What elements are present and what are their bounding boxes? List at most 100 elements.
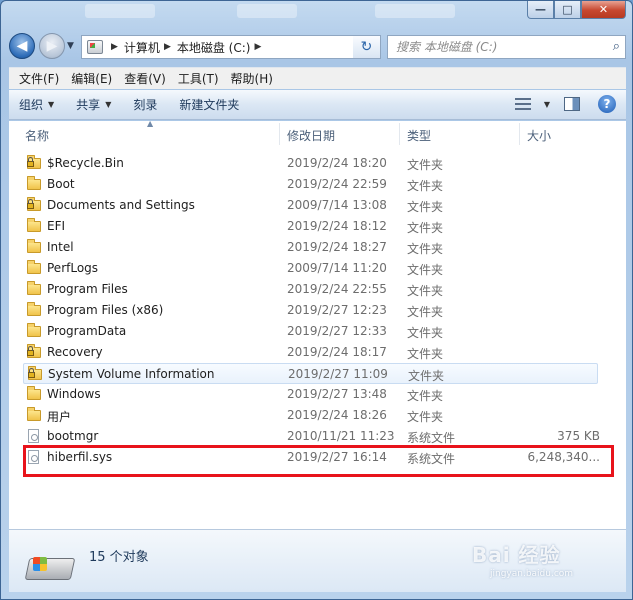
refresh-button[interactable]: ↻ — [353, 35, 381, 59]
sort-ascending-icon: ▲ — [147, 119, 154, 128]
maximize-button[interactable]: □ — [554, 1, 581, 19]
menu-view[interactable]: 查看(V) — [118, 70, 172, 87]
file-name: System Volume Information — [48, 367, 215, 381]
file-date: 2019/2/27 12:33 — [287, 324, 387, 338]
file-row[interactable]: Program Files 2019/2/24 22:55 文件夹 — [23, 279, 598, 300]
file-row[interactable]: Program Files (x86) 2019/2/27 12:23 文件夹 — [23, 300, 598, 321]
file-type: 文件夹 — [407, 263, 444, 277]
item-count: 15 个对象 — [89, 550, 149, 565]
file-date: 2010/11/21 11:23 — [287, 429, 395, 443]
file-row[interactable]: System Volume Information 2019/2/27 11:09… — [23, 363, 598, 384]
share-button[interactable]: 共享 ▼ — [76, 96, 111, 113]
file-row[interactable]: 用户 2019/2/24 18:26 文件夹 — [23, 405, 598, 426]
close-button[interactable]: ✕ — [581, 1, 626, 19]
file-type: 系统文件 — [407, 431, 456, 445]
folder-icon — [27, 386, 41, 400]
menu-tools[interactable]: 工具(T) — [172, 70, 225, 87]
title-blur — [375, 4, 455, 18]
minimize-button[interactable]: — — [527, 1, 554, 19]
caption-buttons: — □ ✕ — [527, 1, 626, 19]
search-input[interactable] — [394, 39, 594, 55]
back-button[interactable]: ◀ — [9, 33, 35, 59]
column-name-header[interactable]: 名称 — [25, 127, 49, 144]
file-name: ProgramData — [47, 324, 127, 338]
menu-bar: 文件(F) 编辑(E) 查看(V) 工具(T) 帮助(H) — [9, 67, 626, 89]
breadcrumb-separator-icon[interactable]: ▶ — [111, 42, 118, 52]
file-date: 2019/2/24 18:17 — [287, 345, 387, 359]
column-date-header[interactable]: 修改日期 — [287, 127, 335, 144]
file-row[interactable]: Intel 2019/2/24 18:27 文件夹 — [23, 237, 598, 258]
file-row[interactable]: bootmgr 2010/11/21 11:23 系统文件 375 KB — [23, 426, 600, 447]
address-bar[interactable]: ▶ 计算机 ▶ 本地磁盘 (C:) ▶ ▼ — [81, 35, 371, 59]
file-row[interactable]: $Recycle.Bin 2019/2/24 18:20 文件夹 — [23, 153, 598, 174]
watermark: Bai 经验 jingyan.baidu.com — [472, 531, 592, 591]
file-date: 2019/2/24 22:55 — [287, 282, 387, 296]
folder-icon — [27, 281, 41, 295]
column-size-header[interactable]: 大小 — [527, 127, 551, 144]
forward-button[interactable]: ▶ — [39, 33, 65, 59]
preview-pane-icon[interactable] — [564, 97, 580, 111]
burn-button[interactable]: 刻录 — [133, 96, 157, 113]
file-row[interactable]: Windows 2019/2/27 13:48 文件夹 — [23, 384, 598, 405]
folder-icon — [27, 260, 41, 274]
file-date: 2009/7/14 13:08 — [287, 198, 387, 212]
navigation-bar: ◀ ▶ ▼ ▶ 计算机 ▶ 本地磁盘 (C:) ▶ ▼ ↻ ⌕ — [9, 33, 626, 61]
help-icon[interactable]: ? — [598, 95, 616, 113]
change-view-icon[interactable] — [514, 97, 531, 111]
search-icon[interactable]: ⌕ — [613, 39, 620, 54]
column-divider[interactable] — [399, 123, 400, 145]
folder-icon — [27, 302, 41, 316]
new-folder-button[interactable]: 新建文件夹 — [179, 96, 239, 113]
watermark-url: jingyan.baidu.com — [490, 569, 574, 579]
file-row[interactable]: ProgramData 2019/2/27 12:33 文件夹 — [23, 321, 598, 342]
share-dropdown-icon: ▼ — [105, 100, 112, 109]
column-divider[interactable] — [519, 123, 520, 145]
column-headers: ▲ 名称 修改日期 类型 大小 — [9, 119, 626, 147]
file-date: 2019/2/27 11:09 — [288, 367, 388, 381]
breadcrumb: ▶ 计算机 ▶ 本地磁盘 (C:) ▶ — [107, 39, 267, 56]
menu-file[interactable]: 文件(F) — [13, 70, 65, 87]
column-divider[interactable] — [279, 123, 280, 145]
file-date: 2019/2/24 18:27 — [287, 240, 387, 254]
view-dropdown-icon[interactable]: ▼ — [544, 100, 550, 109]
folder-locked-icon — [27, 344, 41, 358]
watermark-logo: Bai 经验 — [472, 543, 561, 567]
column-type-header[interactable]: 类型 — [407, 127, 431, 144]
share-label: 共享 — [76, 98, 101, 112]
folder-locked-icon — [28, 366, 42, 380]
file-type: 文件夹 — [407, 326, 444, 340]
file-row[interactable]: EFI 2019/2/24 18:12 文件夹 — [23, 216, 598, 237]
back-arrow-icon: ◀ — [16, 38, 28, 54]
file-name: $Recycle.Bin — [47, 156, 124, 170]
folder-icon — [27, 176, 41, 190]
file-name: Program Files — [47, 282, 128, 296]
file-row[interactable]: PerfLogs 2009/7/14 11:20 文件夹 — [23, 258, 598, 279]
file-name: Program Files (x86) — [47, 303, 164, 317]
folder-icon — [27, 218, 41, 232]
menu-help[interactable]: 帮助(H) — [225, 70, 279, 87]
file-row[interactable]: Documents and Settings 2009/7/14 13:08 文件夹 — [23, 195, 598, 216]
breadcrumb-local-disk[interactable]: 本地磁盘 (C:) — [177, 39, 251, 56]
burn-label: 刻录 — [133, 98, 158, 112]
title-blur — [237, 4, 297, 18]
file-name: PerfLogs — [47, 261, 99, 275]
menu-edit[interactable]: 编辑(E) — [65, 70, 118, 87]
file-name: 用户 — [47, 410, 72, 424]
organize-button[interactable]: 组织 ▼ — [19, 96, 54, 113]
title-blur — [85, 4, 155, 18]
breadcrumb-computer[interactable]: 计算机 — [124, 39, 160, 56]
file-name: bootmgr — [47, 429, 99, 443]
file-row[interactable]: Boot 2019/2/24 22:59 文件夹 — [23, 174, 598, 195]
file-row[interactable]: Recovery 2019/2/24 18:17 文件夹 — [23, 342, 598, 363]
file-name: Boot — [47, 177, 75, 191]
file-name: Recovery — [47, 345, 103, 359]
search-box[interactable]: ⌕ — [387, 35, 626, 59]
windows-logo-icon — [33, 557, 47, 571]
file-date: 2019/2/27 12:23 — [287, 303, 387, 317]
recent-pages-dropdown[interactable]: ▼ — [67, 41, 74, 51]
breadcrumb-separator-icon[interactable]: ▶ — [254, 42, 261, 52]
organize-dropdown-icon: ▼ — [48, 100, 55, 109]
file-type: 文件夹 — [407, 221, 444, 235]
file-type: 文件夹 — [407, 284, 444, 298]
breadcrumb-separator-icon[interactable]: ▶ — [164, 42, 171, 52]
